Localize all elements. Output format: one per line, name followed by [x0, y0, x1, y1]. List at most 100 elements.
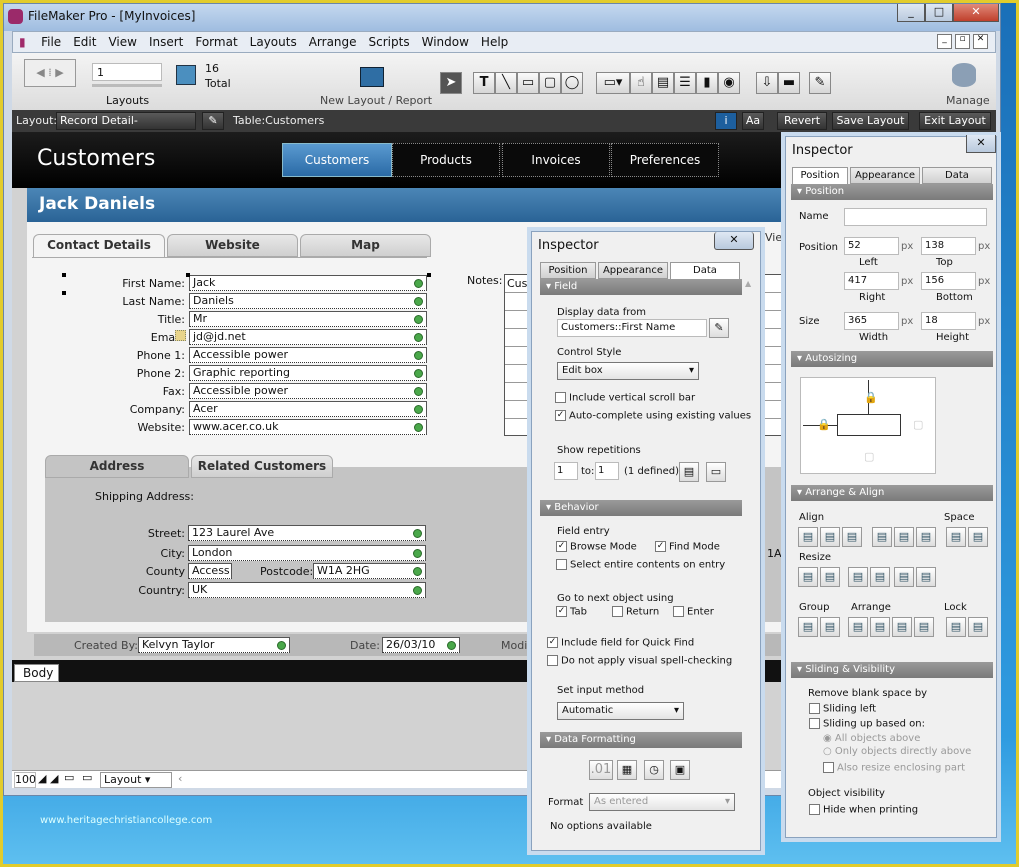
sliding-visibility-section-header[interactable]: ▾ Sliding & Visibility [791, 662, 993, 678]
arrange-tool-icon[interactable]: ▤ [798, 567, 818, 587]
menu-file[interactable]: File [35, 32, 67, 49]
nav-tab-preferences[interactable]: Preferences [611, 143, 719, 177]
line-tool[interactable]: ╲ [495, 72, 517, 94]
county-field[interactable]: Access [188, 563, 232, 579]
hide-when-printing-checkbox[interactable]: Hide when printing [809, 804, 918, 816]
menu-arrange[interactable]: Arrange [303, 32, 363, 49]
arrange-tool-icon[interactable]: ▤ [968, 617, 988, 637]
arrange-tool-icon[interactable]: ▤ [870, 617, 890, 637]
arrange-tool-icon[interactable]: ▤ [820, 617, 840, 637]
field-input[interactable]: Graphic reporting [189, 365, 427, 381]
arrange-align-section-header[interactable]: ▾ Arrange & Align [791, 485, 993, 501]
field-picker-tool[interactable]: ⇩ [756, 72, 778, 94]
manage-database-icon[interactable] [952, 63, 976, 87]
doc-minimize-button[interactable]: _ [937, 34, 952, 49]
control-style-dropdown[interactable]: Edit box ▾ [557, 362, 699, 380]
arrange-tool-icon[interactable]: ▤ [820, 567, 840, 587]
left-input[interactable]: 52 [844, 237, 899, 255]
text-tool[interactable]: T [473, 72, 495, 94]
inspector-scrollbar[interactable]: ▲ [745, 279, 757, 844]
arrange-tool-icon[interactable]: ▤ [946, 527, 966, 547]
quick-find-checkbox[interactable]: ✓ Include field for Quick Find [547, 637, 694, 649]
top-input[interactable]: 138 [921, 237, 976, 255]
arrange-tool-icon[interactable]: ▤ [892, 617, 912, 637]
arrange-tool-icon[interactable]: ▤ [916, 527, 936, 547]
zoom-in-icon[interactable]: ◢ [50, 772, 58, 785]
minimize-button[interactable]: _ [897, 4, 925, 22]
menu-insert[interactable]: Insert [143, 32, 189, 49]
menu-view[interactable]: View [102, 32, 142, 49]
autosizing-section-header[interactable]: ▾ Autosizing [791, 351, 993, 367]
tab-contact-details[interactable]: Contact Details [33, 234, 165, 257]
body-part-label[interactable]: Body [14, 664, 59, 682]
inspector-tab-appearance[interactable]: Appearance [850, 167, 920, 184]
menu-window[interactable]: Window [416, 32, 475, 49]
height-input[interactable]: 18 [921, 312, 976, 330]
web-viewer-tool[interactable]: ◉ [718, 72, 740, 94]
inspector-close-button[interactable]: ✕ [714, 232, 754, 250]
close-button[interactable]: ✕ [953, 4, 999, 22]
sliding-up-checkbox[interactable]: Sliding up based on: [809, 718, 925, 730]
arrange-tool-icon[interactable]: ▤ [848, 617, 868, 637]
arrange-tool-icon[interactable]: ▤ [820, 527, 840, 547]
field-input[interactable]: jd@jd.net [189, 329, 427, 345]
chart-tool[interactable]: ▮ [696, 72, 718, 94]
return-checkbox[interactable]: Return [612, 606, 659, 618]
position-section-header[interactable]: ▾ Position [791, 184, 993, 200]
browse-mode-checkbox[interactable]: ✓ Browse Mode [556, 541, 637, 553]
zoom-level[interactable]: 100 [14, 772, 36, 788]
inspector-close-button[interactable]: ✕ [966, 135, 996, 153]
layout-number-input[interactable]: 1 [92, 63, 162, 81]
menu-format[interactable]: Format [189, 32, 243, 49]
lock-top-icon[interactable]: 🔒 [864, 391, 878, 404]
nav-tab-invoices[interactable]: Invoices [502, 143, 610, 177]
formatting-bar-toggle-icon[interactable]: ▭ [82, 771, 92, 784]
format-dropdown[interactable]: As entered ▾ [589, 793, 735, 811]
resize-enclosing-checkbox[interactable]: Also resize enclosing part [823, 762, 965, 774]
layout-slider[interactable] [92, 84, 162, 87]
portal-tool[interactable]: ☰ [674, 72, 696, 94]
layout-book-navigator[interactable]: ◀ ⁞ ▶ [24, 59, 76, 87]
vertical-scroll-checkbox[interactable]: Include vertical scroll bar [555, 392, 695, 404]
field-input[interactable]: Accessible power [189, 383, 427, 399]
all-objects-above-radio[interactable]: ◉ All objects above [823, 733, 920, 744]
clock-icon[interactable]: ◷ [644, 760, 664, 780]
doc-close-button[interactable]: ✕ [973, 34, 988, 49]
vertical-orientation-icon[interactable]: ▤ [679, 462, 699, 482]
repetitions-to-input[interactable]: 1 [595, 462, 619, 480]
zoom-out-icon[interactable]: ◢ [38, 772, 46, 785]
calendar-icon[interactable]: ▦ [617, 760, 637, 780]
field-tool[interactable]: ▭▾ [596, 72, 630, 94]
bottom-input[interactable]: 156 [921, 272, 976, 290]
arrange-tool-icon[interactable]: ▤ [872, 527, 892, 547]
menu-edit[interactable]: Edit [67, 32, 102, 49]
scroll-left-icon[interactable]: ‹ [178, 772, 182, 785]
nav-tab-customers[interactable]: Customers [282, 143, 392, 177]
tab-checkbox[interactable]: ✓ Tab [556, 606, 587, 618]
repetitions-from-input[interactable]: 1 [554, 462, 578, 480]
arrange-tool-icon[interactable]: ▤ [946, 617, 966, 637]
exit-layout-button[interactable]: Exit Layout [919, 112, 991, 130]
behavior-section-header[interactable]: ▾ Behavior [540, 500, 742, 516]
lock-right-icon[interactable]: ▢ [913, 418, 923, 431]
tab-related-customers[interactable]: Related Customers [191, 455, 333, 478]
arrange-tool-icon[interactable]: ▤ [848, 567, 868, 587]
lock-left-icon[interactable]: 🔒 [817, 418, 831, 431]
new-layout-label[interactable]: New Layout / Report [320, 94, 432, 107]
date-field[interactable]: 26/03/10 [382, 637, 460, 653]
layout-dropdown[interactable]: Record Detail-Customers ▾ [56, 112, 196, 143]
info-icon[interactable]: i [715, 112, 737, 130]
save-layout-button[interactable]: Save Layout [832, 112, 909, 130]
arrange-tool-icon[interactable]: ▤ [914, 617, 934, 637]
country-field[interactable]: UK [188, 582, 426, 598]
inspector-tab-appearance[interactable]: Appearance [598, 262, 668, 279]
rounded-rectangle-tool[interactable]: ▢ [539, 72, 561, 94]
mode-dropdown[interactable]: Layout ▾ [100, 772, 172, 788]
menu-help[interactable]: Help [475, 32, 514, 49]
menu-layouts[interactable]: Layouts [244, 32, 303, 49]
object-name-input[interactable] [844, 208, 987, 226]
directly-above-radio[interactable]: ○ Only objects directly above [823, 746, 971, 757]
street-field[interactable]: 123 Laurel Ave [188, 525, 426, 541]
tab-control-tool[interactable]: ▤ [652, 72, 674, 94]
city-field[interactable]: London [188, 545, 426, 561]
